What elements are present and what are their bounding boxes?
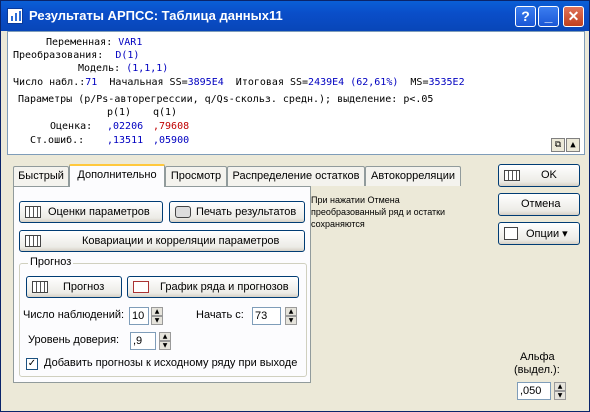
forecast-group-title: Прогноз bbox=[28, 256, 74, 268]
alpha-input[interactable]: ,050 bbox=[517, 382, 551, 400]
expand-up-icon[interactable]: ▲ bbox=[566, 138, 580, 152]
series-forecast-plot-label: График ряда и прогнозов bbox=[160, 281, 289, 293]
tab-autocorrelations[interactable]: Автокорреляции bbox=[365, 166, 461, 186]
obs-count-value: 71 bbox=[85, 77, 98, 88]
final-ss-label: Итоговая SS= bbox=[235, 77, 309, 88]
variable-line: Переменная: VAR1 bbox=[46, 36, 142, 49]
spin-down-icon[interactable]: ▼ bbox=[159, 341, 171, 350]
table-icon bbox=[32, 281, 48, 293]
spin-down-icon[interactable]: ▼ bbox=[554, 391, 566, 400]
forecast-button[interactable]: Прогноз bbox=[26, 276, 122, 298]
ok-label: OK bbox=[541, 169, 557, 181]
estimate-q1: ,79608 bbox=[153, 121, 190, 132]
table-icon bbox=[504, 170, 520, 181]
covariance-button[interactable]: Ковариации и корреляции параметров bbox=[19, 230, 305, 252]
alpha-sublabel: (выдел.): bbox=[514, 364, 560, 376]
confidence-input[interactable]: ,9 bbox=[130, 332, 156, 350]
append-forecasts-checkbox[interactable]: ✓ bbox=[26, 358, 38, 370]
obs-count-field-label: Число наблюдений: bbox=[23, 309, 125, 321]
cancel-label: Отмена bbox=[521, 198, 561, 210]
initial-ss-value: 3895E4 bbox=[187, 77, 224, 88]
tab-quick[interactable]: Быстрый bbox=[13, 166, 69, 186]
transform-label: Преобразования: bbox=[13, 50, 104, 61]
results-text-area[interactable]: Переменная: VAR1 Преобразования: D(1) Мо… bbox=[7, 31, 585, 155]
ok-button[interactable]: OK bbox=[498, 164, 580, 187]
estimate-p1: ,02206 bbox=[107, 121, 144, 132]
start-at-input[interactable]: 73 bbox=[252, 307, 281, 325]
initial-ss-label: Начальная SS= bbox=[109, 77, 188, 88]
print-results-button[interactable]: Печать результатов bbox=[169, 201, 305, 223]
parameter-estimates-button[interactable]: Оценки параметров bbox=[19, 201, 163, 223]
options-button[interactable]: Опции ▾ bbox=[498, 222, 580, 245]
forecast-label: Прогноз bbox=[63, 281, 105, 293]
alpha-spinner[interactable]: ▲ ▼ bbox=[554, 382, 566, 400]
tab-advanced[interactable]: Дополнительно bbox=[69, 164, 165, 187]
options-icon bbox=[504, 227, 518, 240]
help-button[interactable]: ? bbox=[515, 6, 536, 27]
estimate-label: Оценка: bbox=[50, 121, 93, 132]
obs-count-label: Число набл.: bbox=[13, 77, 86, 88]
tab-residual-distribution[interactable]: Распределение остатков bbox=[227, 166, 365, 186]
col-header-p1: p(1) bbox=[107, 107, 132, 118]
line-chart-icon bbox=[133, 281, 149, 293]
cancel-button[interactable]: Отмена bbox=[498, 193, 580, 216]
minimize-button[interactable]: _ bbox=[538, 6, 559, 27]
ms-value: 3535E2 bbox=[428, 77, 465, 88]
series-forecast-plot-button[interactable]: График ряда и прогнозов bbox=[127, 276, 299, 298]
append-forecasts-label: Добавить прогнозы к исходному ряду при в… bbox=[44, 357, 298, 369]
model-line: Модель: (1,1,1) bbox=[78, 62, 168, 75]
arima-results-window: Результаты АРПСС: Таблица данных11 ? _ ✕… bbox=[0, 0, 590, 412]
start-at-label: Начать с: bbox=[196, 309, 244, 321]
spin-up-icon[interactable]: ▲ bbox=[285, 307, 297, 316]
cancel-note: При нажатии Отмена преобразованный ряд и… bbox=[311, 195, 446, 229]
spin-up-icon[interactable]: ▲ bbox=[554, 382, 566, 391]
alpha-label: Альфа bbox=[520, 351, 555, 363]
std-error-p1: ,13511 bbox=[107, 135, 144, 146]
final-ss-value: 2439E4 (62,61%) bbox=[308, 77, 399, 88]
printer-icon bbox=[175, 206, 191, 218]
close-button[interactable]: ✕ bbox=[563, 6, 584, 27]
obs-count-spinner[interactable]: ▲ ▼ bbox=[151, 307, 163, 325]
std-error-label: Ст.ошиб.: bbox=[30, 135, 85, 146]
copy-icon[interactable]: ⧉ bbox=[551, 138, 565, 152]
spin-down-icon[interactable]: ▼ bbox=[285, 316, 297, 325]
model-value: (1,1,1) bbox=[126, 63, 169, 74]
app-chart-icon bbox=[7, 8, 23, 24]
table-icon bbox=[25, 206, 41, 218]
parameter-estimates-label: Оценки параметров bbox=[48, 206, 150, 218]
std-error-q1: ,05900 bbox=[153, 135, 190, 146]
params-description: Параметры (p/Ps-авторегрессии, q/Qs-скол… bbox=[18, 94, 434, 105]
confidence-spinner[interactable]: ▲ ▼ bbox=[159, 332, 171, 350]
covariance-label: Ковариации и корреляции параметров bbox=[82, 235, 280, 247]
obs-count-input[interactable]: 10 bbox=[129, 307, 149, 325]
variable-label: Переменная: bbox=[46, 37, 113, 48]
tab-review[interactable]: Просмотр bbox=[165, 166, 227, 186]
spin-up-icon[interactable]: ▲ bbox=[151, 307, 163, 316]
options-label: Опции ▾ bbox=[526, 228, 568, 240]
transform-value: D(1) bbox=[115, 50, 140, 61]
start-at-spinner[interactable]: ▲ ▼ bbox=[285, 307, 297, 325]
transform-line: Преобразования: D(1) bbox=[13, 49, 139, 62]
model-label: Модель: bbox=[78, 63, 121, 74]
spin-up-icon[interactable]: ▲ bbox=[159, 332, 171, 341]
spin-down-icon[interactable]: ▼ bbox=[151, 316, 163, 325]
title-bar[interactable]: Результаты АРПСС: Таблица данных11 ? _ ✕ bbox=[1, 1, 589, 31]
table-icon bbox=[25, 235, 41, 247]
forecast-group: Прогноз Прогноз График ряда и прогнозов … bbox=[19, 256, 307, 377]
confidence-label: Уровень доверия: bbox=[28, 334, 120, 346]
window-title: Результаты АРПСС: Таблица данных11 bbox=[29, 8, 283, 23]
col-header-q1: q(1) bbox=[153, 107, 178, 118]
ms-label: MS= bbox=[410, 77, 429, 88]
print-results-label: Печать результатов bbox=[196, 206, 297, 218]
stats-line: Число набл.:71 Начальная SS=3895E4 Итого… bbox=[13, 76, 465, 89]
variable-value: VAR1 bbox=[118, 37, 143, 48]
